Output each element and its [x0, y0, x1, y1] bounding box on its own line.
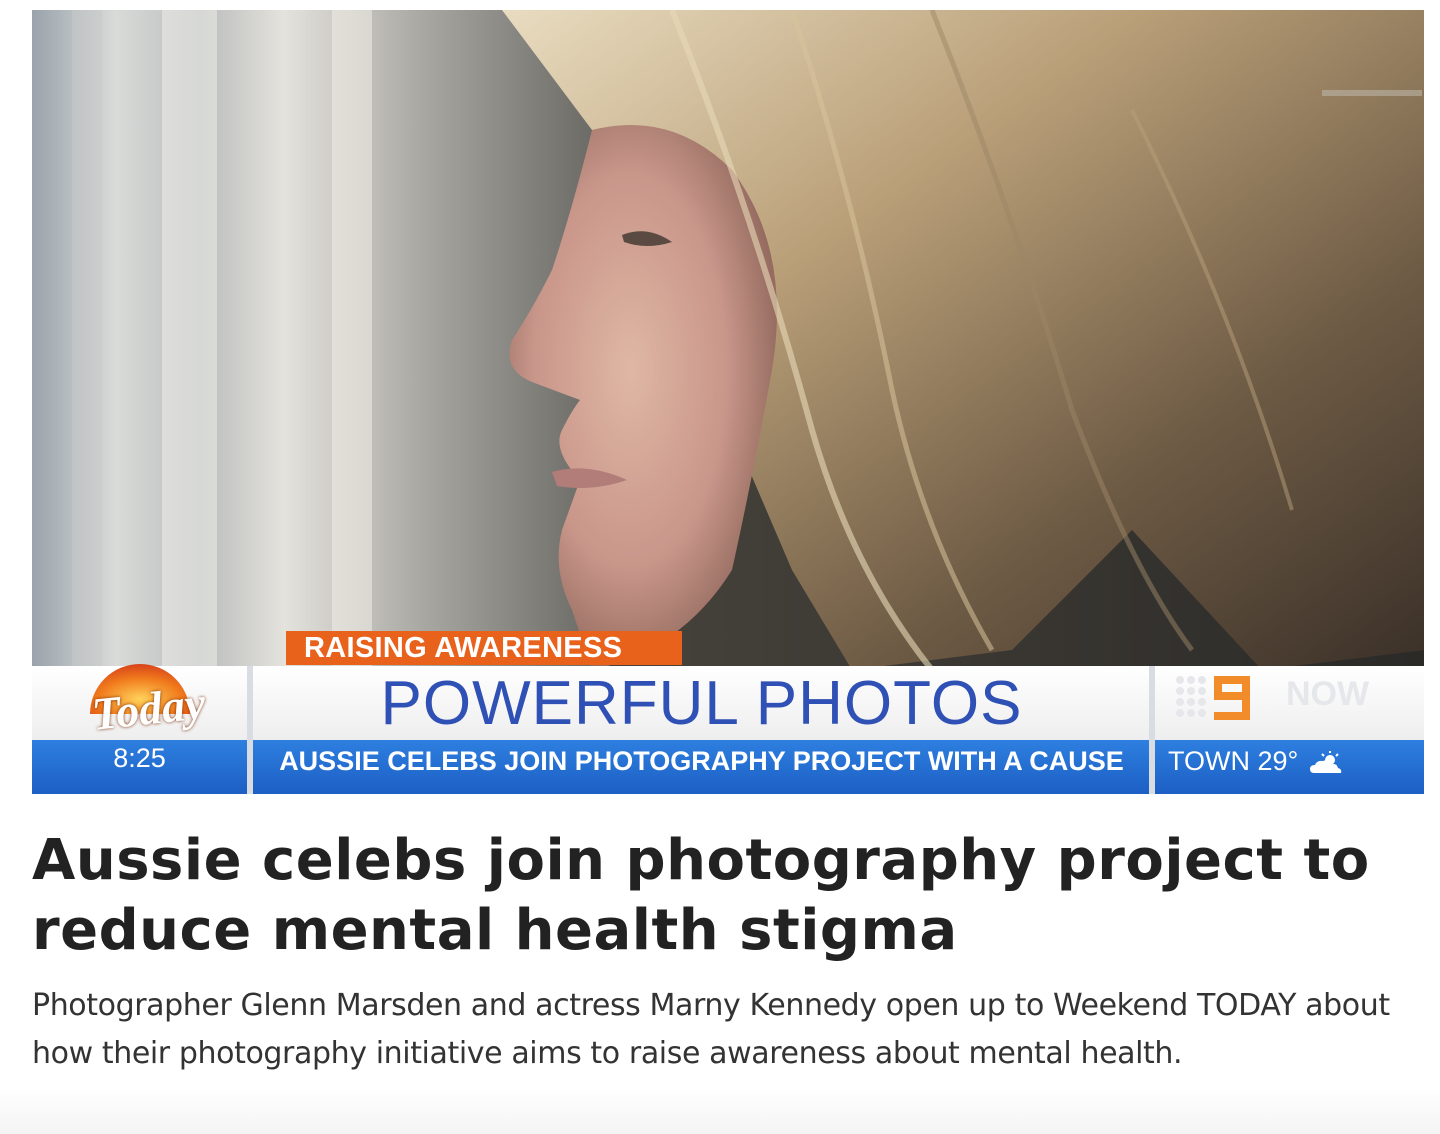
- video-player[interactable]: RAISING AWARENESS POWERFUL PHOTOS AUSSIE…: [32, 10, 1424, 794]
- broadcast-time: 8:25: [113, 743, 166, 773]
- page: RAISING AWARENESS POWERFUL PHOTOS AUSSIE…: [0, 0, 1440, 1134]
- bottom-fade: [0, 1086, 1440, 1134]
- lower-third-ticker: AUSSIE CELEBS JOIN PHOTOGRAPHY PROJECT W…: [279, 746, 1124, 776]
- weather-text: TOWN 29°: [1168, 746, 1299, 776]
- nine-now-text: NOW: [1286, 675, 1370, 713]
- today-logo-text: Today: [89, 677, 208, 740]
- article-title-link[interactable]: Aussie celebs join photography project t…: [32, 826, 1412, 966]
- weather-readout: TOWN 29°: [1168, 740, 1418, 794]
- lower-third-kicker: RAISING AWARENESS: [286, 631, 682, 665]
- nine-network-logo-icon: [1176, 676, 1250, 720]
- lower-third-divider: [1149, 666, 1155, 794]
- today-show-logo: Today 8:25: [32, 646, 247, 794]
- partly-cloudy-icon: [1309, 750, 1342, 773]
- lower-third-divider: [247, 666, 253, 794]
- article-summary: Photographer Glenn Marsden and actress M…: [32, 988, 1390, 1071]
- lower-third-headline: POWERFUL PHOTOS: [380, 669, 1023, 738]
